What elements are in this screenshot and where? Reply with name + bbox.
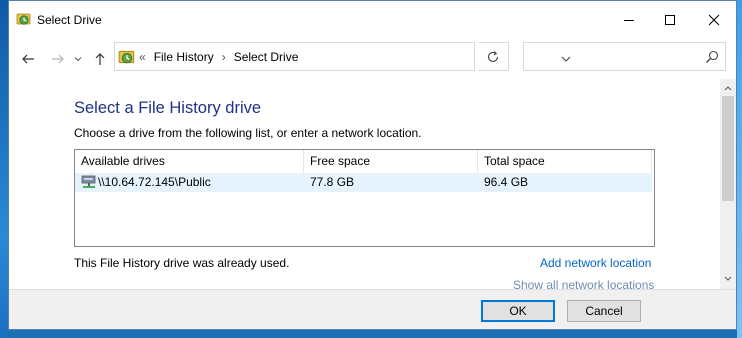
chevron-down-icon (74, 57, 82, 62)
table-row[interactable]: \\10.64.72.145\Public 77.8 GB 96.4 GB (75, 173, 652, 192)
back-arrow-icon (22, 54, 34, 64)
up-button[interactable] (90, 49, 110, 69)
status-message: This File History drive was already used… (74, 256, 290, 270)
scroll-down-icon[interactable] (720, 273, 736, 285)
column-header-available-drives[interactable]: Available drives (75, 150, 304, 173)
file-history-icon (16, 11, 32, 27)
desktop-background-right (737, 0, 742, 338)
column-header-free-space[interactable]: Free space (304, 150, 478, 173)
title-bar[interactable]: Select Drive (9, 1, 736, 39)
refresh-button[interactable] (478, 42, 509, 71)
back-button[interactable] (18, 49, 38, 69)
forward-arrow-icon (52, 54, 64, 64)
window-title: Select Drive (37, 13, 102, 27)
file-history-location-icon (118, 48, 136, 66)
drives-list[interactable]: Available drives Free space Total space … (74, 149, 655, 247)
address-bar[interactable]: « File History › Select Drive (114, 42, 571, 71)
minimize-button[interactable] (608, 1, 650, 39)
up-arrow-icon (95, 53, 105, 65)
breadcrumb-file-history[interactable]: File History (154, 50, 214, 64)
scrollbar-thumb[interactable] (722, 96, 734, 201)
maximize-button[interactable] (649, 1, 691, 39)
dialog-footer: OK Cancel (9, 289, 736, 329)
breadcrumb-overflow[interactable]: « (139, 50, 146, 64)
drive-name: \\10.64.72.145\Public (98, 175, 211, 189)
address-row: « File History › Select Drive (9, 39, 736, 79)
forward-button[interactable] (48, 49, 68, 69)
search-box[interactable] (523, 42, 726, 71)
search-input[interactable] (530, 49, 690, 65)
column-header-total-space[interactable]: Total space (478, 150, 652, 173)
content-pane: Select a File History drive Choose a dri… (9, 79, 720, 292)
ok-button[interactable]: OK (481, 300, 555, 322)
desktop-background-left (0, 0, 8, 338)
page-title: Select a File History drive (74, 99, 262, 117)
breadcrumb-select-drive[interactable]: Select Drive (234, 50, 299, 64)
drive-free-space: 77.8 GB (310, 175, 355, 189)
scroll-up-icon[interactable] (720, 82, 736, 94)
refresh-icon (487, 50, 499, 62)
add-network-location-link[interactable]: Add network location (540, 256, 651, 270)
maximize-icon (665, 15, 675, 25)
cancel-button[interactable]: Cancel (567, 300, 641, 322)
breadcrumb-separator[interactable]: › (222, 50, 226, 64)
instructions-text: Choose a drive from the following list, … (74, 126, 422, 140)
vertical-scrollbar[interactable] (720, 79, 736, 289)
close-button[interactable] (693, 1, 735, 39)
select-drive-window: Select Drive « File History › Select Dri… (8, 0, 737, 330)
recent-locations-button[interactable] (71, 49, 85, 69)
search-icon (706, 50, 719, 63)
drive-total-space: 96.4 GB (484, 175, 529, 189)
network-drive-icon (81, 175, 97, 190)
close-icon (708, 14, 720, 26)
minimize-icon (624, 20, 634, 21)
